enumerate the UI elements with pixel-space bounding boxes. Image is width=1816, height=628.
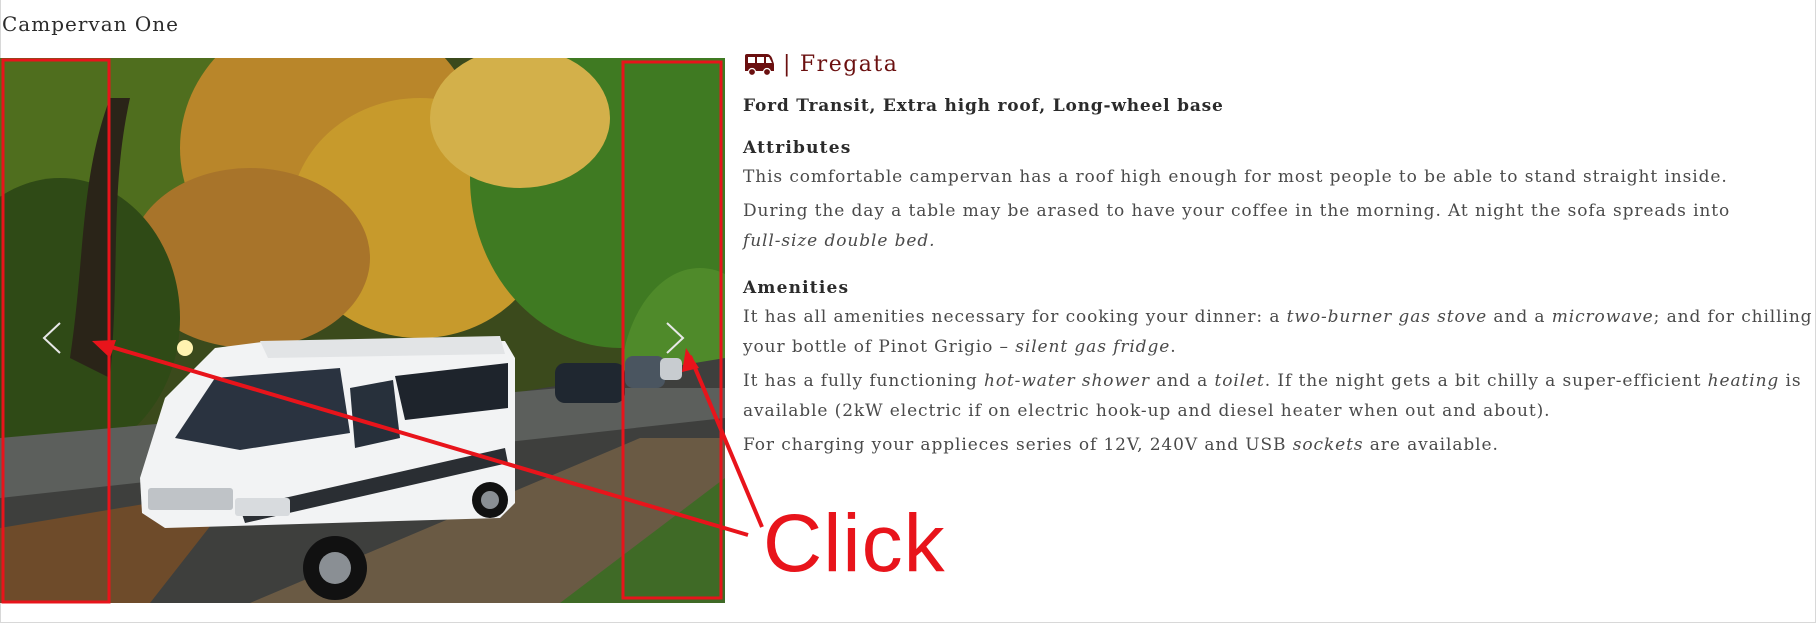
brand-heading: | Fregata xyxy=(743,48,1813,80)
chevron-right-icon xyxy=(666,322,685,354)
amenities-paragraph-3: For charging your applieces series of 12… xyxy=(743,435,1499,455)
photo-gallery[interactable] xyxy=(0,58,725,603)
van-info-panel: | Fregata Ford Transit, Extra high roof,… xyxy=(743,48,1813,460)
amenities-paragraph-1: It has all amenities necessary for cooki… xyxy=(743,307,1813,357)
attributes-paragraph-1: This comfortable campervan has a roof hi… xyxy=(743,167,1728,187)
gallery-next-button[interactable] xyxy=(655,303,695,373)
brand-separator: | xyxy=(783,51,792,77)
van-model: Ford Transit, Extra high roof, Long-whee… xyxy=(743,96,1224,116)
campervan-photo xyxy=(0,58,725,603)
brand-name: Fregata xyxy=(799,51,899,77)
gallery-prev-button[interactable] xyxy=(32,303,72,373)
attributes-paragraph-2: During the day a table may be arased to … xyxy=(743,201,1731,251)
amenities-paragraph-2: It has a fully functioning hot-water sho… xyxy=(743,371,1802,421)
campervan-icon xyxy=(745,54,774,76)
chevron-left-icon xyxy=(42,322,61,354)
annotation-click-label: Click xyxy=(763,498,946,589)
amenities-heading: Amenities xyxy=(743,278,850,298)
page-title: Campervan One xyxy=(2,12,179,36)
attributes-heading: Attributes xyxy=(743,138,852,158)
